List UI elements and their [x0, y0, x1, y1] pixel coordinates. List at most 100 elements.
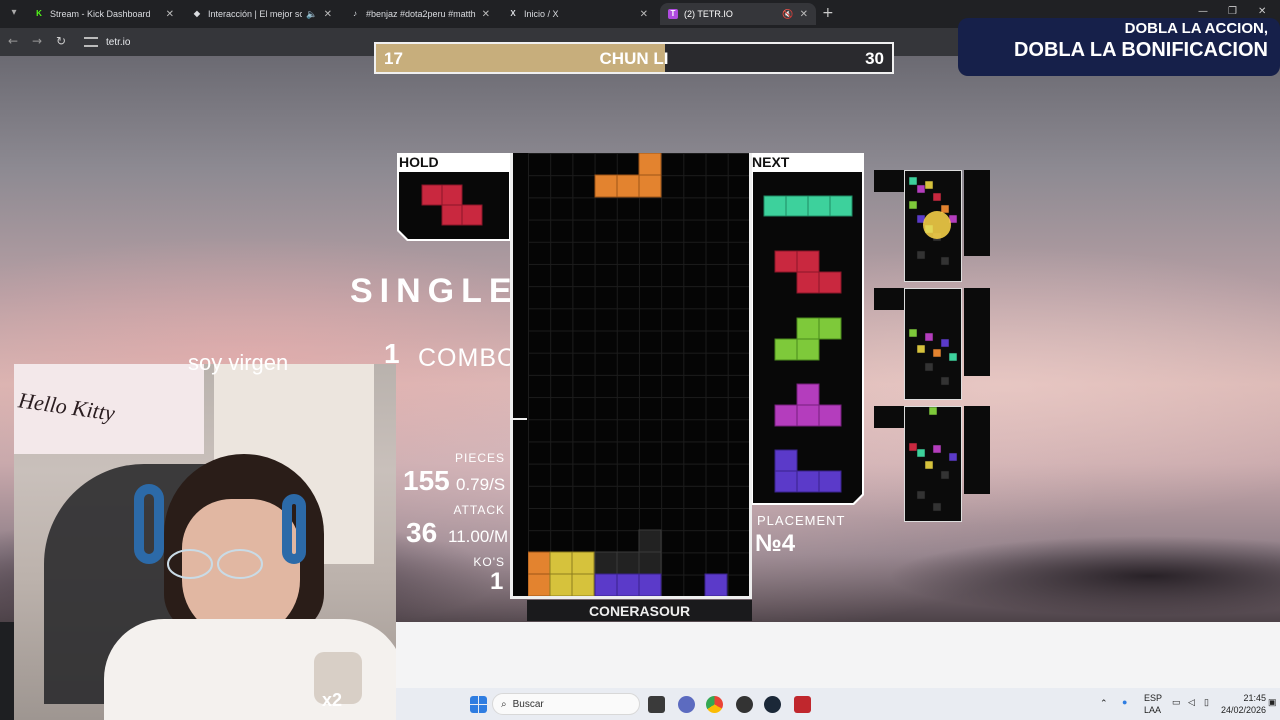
next-queue-pieces	[753, 172, 862, 503]
search-placeholder: Buscar	[512, 698, 544, 710]
tab-search-button[interactable]: ▾	[6, 5, 22, 21]
taskbar-search[interactable]: ⌕ Buscar	[492, 693, 640, 715]
tab-label: Inicio / X	[524, 9, 559, 19]
language-top[interactable]: ESP	[1144, 693, 1162, 703]
clear-type-text: SINGLE	[350, 272, 519, 310]
close-tab-icon[interactable]: ✕	[482, 9, 490, 20]
attack-value: 36	[406, 517, 438, 548]
next-piece-z	[775, 251, 841, 293]
tab-label: Stream - Kick Dashboard	[50, 9, 151, 19]
right-score: 30	[865, 49, 884, 68]
hold-box	[399, 172, 509, 239]
next-queue-box	[753, 172, 862, 503]
network-icon[interactable]: ▭	[1172, 697, 1181, 708]
tray-chevron-icon[interactable]: ⌃	[1100, 698, 1108, 709]
microphone-icon[interactable]: ●	[1122, 697, 1127, 707]
page-footer-area	[396, 622, 1280, 688]
site-settings-icon[interactable]	[84, 37, 98, 47]
opponent-1-next	[964, 170, 990, 256]
steam-icon[interactable]	[764, 696, 781, 713]
forward-icon[interactable]: →	[32, 34, 42, 48]
reload-icon[interactable]: ↻	[56, 34, 66, 48]
tab-label: (2) TETR.IO	[684, 9, 733, 19]
garbage-meter	[513, 153, 528, 597]
tab-label: Interacción | El mejor softw	[208, 9, 303, 19]
volume-icon[interactable]: ◁	[1188, 697, 1195, 708]
versus-progress-bar: 17 CHUN LI 30	[374, 42, 894, 74]
opponent-2-next	[964, 288, 990, 376]
opponent-board-3-blocks	[908, 406, 958, 512]
hold-piece-z	[399, 172, 509, 239]
site-icon: ◆	[193, 9, 201, 18]
chrome-icon[interactable]	[706, 696, 723, 713]
opponent-board-1-blocks	[905, 171, 961, 281]
attack-label: ATTACK	[453, 503, 505, 517]
windows-start-icon[interactable]	[470, 696, 487, 713]
new-tab-button[interactable]: +	[822, 5, 834, 21]
tab-interaccion[interactable]: ◆ Interacción | El mejor softw 🔈 ✕	[184, 3, 340, 25]
tab-label: #benjaz #dota2peru #matthew	[366, 9, 476, 19]
opponent-1-hold	[874, 170, 904, 192]
notification-icon[interactable]: ▣	[1268, 697, 1277, 708]
combo-label: COMBO	[418, 344, 518, 372]
hello-kitty-poster: Hello Kitty	[14, 364, 204, 454]
close-tab-icon[interactable]: ✕	[800, 9, 808, 20]
speaker-icon[interactable]: 🔈	[306, 9, 317, 20]
tab-tetrio[interactable]: T (2) TETR.IO 🔇 ✕	[660, 3, 816, 25]
language-bottom[interactable]: LAA	[1144, 705, 1161, 715]
tab-kick-dashboard[interactable]: K Stream - Kick Dashboard ✕	[26, 3, 182, 25]
close-window-button[interactable]: ✕	[1258, 6, 1266, 17]
attack-burst-icon	[923, 211, 951, 239]
close-tab-icon[interactable]: ✕	[324, 9, 332, 20]
banner-line-2: DOBLA LA BONIFICACION	[1013, 39, 1268, 61]
discord-icon[interactable]	[678, 696, 695, 713]
board-bottom-border	[510, 596, 752, 599]
pieces-value: 155	[403, 465, 450, 496]
headphone-right-icon	[282, 494, 306, 564]
task-view-icon[interactable]	[648, 696, 665, 713]
kick-icon: K	[36, 9, 42, 18]
opponent-3-hold	[874, 406, 904, 428]
webcam-caption: soy virgen	[188, 350, 289, 375]
back-icon[interactable]: ←	[8, 34, 18, 48]
stack-blocks-orange	[527, 551, 551, 597]
placement-value: №4	[755, 530, 796, 557]
obs-icon[interactable]	[736, 696, 753, 713]
app-icon[interactable]	[794, 696, 811, 713]
hold-panel: HOLD	[397, 153, 511, 241]
board-blocks	[527, 152, 728, 597]
sticker-multiplier: x2	[322, 690, 343, 710]
hold-label: HOLD	[399, 154, 439, 170]
close-tab-icon[interactable]: ✕	[640, 9, 648, 20]
muted-speaker-icon[interactable]: 🔇	[782, 9, 793, 20]
opponent-board-3	[904, 406, 962, 522]
pieces-label: PIECES	[454, 451, 505, 465]
placement-label: PLACEMENT	[757, 513, 846, 528]
close-tab-icon[interactable]: ✕	[166, 9, 174, 20]
restore-button[interactable]: ❐	[1228, 6, 1237, 17]
player-username: CONERASOUR	[527, 600, 752, 621]
garbage-blocks	[594, 529, 662, 575]
next-piece-j	[775, 450, 841, 492]
next-label: NEXT	[752, 154, 790, 170]
clock-date[interactable]: 24/02/2026	[1208, 705, 1266, 715]
banner-line-1: DOBLA LA ACCION,	[1124, 20, 1268, 37]
opponent-board-2-blocks	[908, 328, 958, 386]
attack-rate: 11.00/M	[448, 527, 509, 546]
opponent-board-2	[904, 288, 962, 400]
tab-tiktok[interactable]: ♪ #benjaz #dota2peru #matthew ✕	[342, 3, 498, 25]
stream-overlay-banner: DOBLA LA ACCION, DOBLA LA BONIFICACION	[958, 18, 1280, 76]
tiktok-icon: ♪	[353, 9, 357, 18]
minimize-button[interactable]: —	[1198, 6, 1208, 17]
falling-piece-l	[594, 152, 662, 198]
tab-x[interactable]: X Inicio / X ✕	[500, 3, 656, 25]
opponent-name: CHUN LI	[599, 49, 669, 68]
opponent-board-1	[904, 170, 962, 282]
clock-time[interactable]: 21:45	[1226, 693, 1266, 703]
next-queue-panel: NEXT	[752, 153, 864, 505]
next-piece-s	[775, 318, 841, 360]
headphone-left-icon	[134, 484, 164, 564]
board-right-border	[749, 153, 752, 598]
tetris-board	[527, 152, 750, 597]
next-piece-t	[775, 384, 841, 426]
